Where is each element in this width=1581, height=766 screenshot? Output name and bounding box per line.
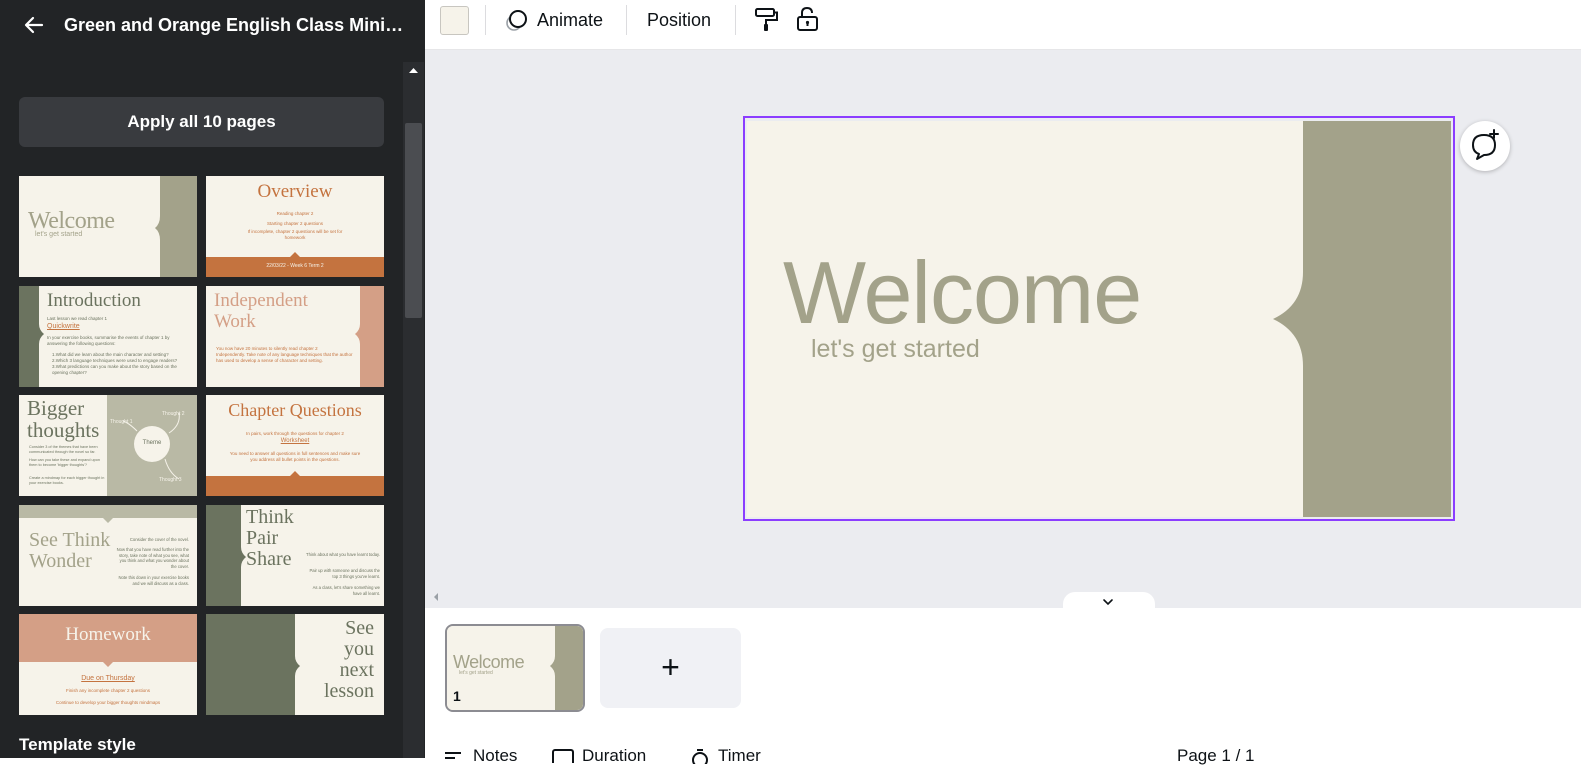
thumb-line: Create a mindmap for each bigger thought… <box>29 476 105 485</box>
page-number: 1 <box>453 688 461 704</box>
toolbar-divider <box>485 5 486 35</box>
thumb-link: Due on Thursday <box>81 675 135 682</box>
template-page-thumb-bigger-thoughts[interactable]: Bigger thoughts Theme Thought 1 Thought … <box>19 395 197 496</box>
thumb-line: As a class, let's share something we hav… <box>312 585 380 596</box>
thumb-title: Overview <box>257 181 333 202</box>
thumb-line: If incomplete, chapter 2 questions will … <box>247 229 343 240</box>
thumb-link: Worksheet <box>280 438 310 444</box>
paint-roller-icon[interactable] <box>753 5 781 33</box>
thumb-line: Consider the cover of the novel. <box>129 537 189 542</box>
thumb-line: 1.What did we learn about the main chara… <box>52 352 169 357</box>
thumb-link: Quickwrite <box>47 323 80 330</box>
template-page-thumb-homework[interactable]: Homework Due on Thursday Finish any inco… <box>19 614 197 715</box>
thumb-subtitle: In pairs, work through the questions for… <box>246 431 344 436</box>
thumb-line: Starting chapter 2 questions <box>266 221 324 226</box>
template-style-heading: Template style <box>19 735 136 754</box>
thumb-line: Pair up with someone and discuss the top… <box>309 568 380 579</box>
thumb-label: Thought 1 <box>110 419 133 425</box>
thumb-line: 2.Which 3 language techniques were used … <box>52 358 178 363</box>
thumb-label: Thought 3 <box>159 477 182 483</box>
background-color-swatch[interactable] <box>440 6 469 35</box>
lock-icon[interactable] <box>794 5 822 33</box>
duration-icon <box>552 749 574 763</box>
thumb-bubble: Theme <box>142 440 162 446</box>
toolbar-divider <box>735 5 736 35</box>
thumb-line: 3.What predictions can you make about th… <box>52 364 177 375</box>
thumb-footer: 22/03/22 - Week 6 Term 2 <box>266 263 324 269</box>
add-page-plus: + <box>661 649 680 685</box>
thumb-title: Introduction <box>47 290 141 311</box>
notes-label: Notes <box>473 746 518 765</box>
apply-all-pages-button[interactable]: Apply all 10 pages <box>19 97 384 147</box>
thumb-subtitle: Last lesson we read chapter 1 <box>47 316 108 321</box>
thumb-subtitle: let's get started <box>35 231 83 238</box>
editor-footer: Notes Duration Timer Page 1 / 1 <box>425 738 1581 765</box>
page-thumbnail-1[interactable]: Welcome let's get started 1 <box>445 624 585 712</box>
thumb-title: Bigger thoughts <box>27 396 100 442</box>
thumb-line: You need to answer all questions in full… <box>229 451 361 462</box>
duration-button[interactable]: Duration <box>552 746 646 766</box>
sidebar-header: Green and Orange English Class Minim... <box>0 0 425 54</box>
template-page-thumb-think-pair-share[interactable]: Think Pair Share Think about what you ha… <box>206 505 384 606</box>
thumb-line: Reading chapter 2 <box>276 211 314 216</box>
template-page-thumb-overview[interactable]: Overview Reading chapter 2 Starting chap… <box>206 176 384 277</box>
duration-label: Duration <box>582 746 647 765</box>
thumb-title: See you next lesson <box>324 617 374 702</box>
thumb-title: See Think Wonder <box>29 529 111 572</box>
thumb-title: Chapter Questions <box>228 400 362 420</box>
thumb-line: You now have 20 minutes to silently read… <box>216 346 318 351</box>
notes-icon <box>445 752 461 759</box>
thumb-line: Finish any incomplete chapter 2 question… <box>65 688 151 693</box>
thumb-title: Homework <box>65 624 151 645</box>
thumb-title: Independent Work <box>214 290 308 332</box>
scroll-up-arrow-icon[interactable] <box>405 64 422 78</box>
scroll-left-arrow-icon[interactable] <box>431 591 441 603</box>
template-title: Green and Orange English Class Minim... <box>64 15 406 35</box>
thumb-label: Thought 2 <box>162 411 185 417</box>
notes-button[interactable]: Notes <box>443 746 517 766</box>
page-strip <box>425 608 1581 758</box>
template-page-thumb-independent-work[interactable]: Independent Work You now have 20 minutes… <box>206 286 384 387</box>
animate-label: Animate <box>537 9 604 30</box>
timer-icon <box>692 749 708 764</box>
timer-button[interactable]: Timer <box>690 746 761 766</box>
thumb-line: Continue to develop your bigger thoughts… <box>55 700 161 705</box>
thumb-line: Consider 3 of the themes that have been … <box>29 445 98 454</box>
animate-icon <box>506 10 527 31</box>
add-comment-button[interactable] <box>1460 121 1510 171</box>
template-page-thumb-welcome[interactable]: Welcome let's get started <box>19 176 197 277</box>
template-page-thumb-see-you-next-lesson[interactable]: See you next lesson <box>206 614 384 715</box>
position-button[interactable]: Position <box>647 4 711 36</box>
back-arrow-icon[interactable] <box>22 13 46 37</box>
comment-plus-icon <box>1472 129 1499 160</box>
animate-button[interactable]: Animate <box>503 4 603 36</box>
add-page-button[interactable]: + <box>600 628 741 708</box>
template-page-thumb-chapter-questions[interactable]: Chapter Questions In pairs, work through… <box>206 395 384 496</box>
toolbar-divider <box>626 5 627 35</box>
template-page-thumb-see-think-wonder[interactable]: See Think Wonder Consider the cover of t… <box>19 505 197 606</box>
thumb-line: In your exercise books, summarise the ev… <box>47 335 170 346</box>
page-thumb-subtitle: let's get started <box>459 670 493 676</box>
page-indicator[interactable]: Page 1 / 1 <box>1177 746 1255 766</box>
thumb-line: Note this down in your exercise books an… <box>118 575 189 586</box>
thumb-line: Think about what you have learnt today. <box>306 552 380 557</box>
horizontal-scrollbar[interactable] <box>425 588 1581 608</box>
sidebar-scrollbar-thumb[interactable] <box>405 123 422 318</box>
editor-toolbar: Animate Position <box>425 0 1581 50</box>
thumb-line: How can you take these and expand upon t… <box>29 458 100 467</box>
template-sidebar: Green and Orange English Class Minim... … <box>0 0 425 758</box>
timer-label: Timer <box>718 746 761 765</box>
selection-outline <box>743 116 1455 521</box>
thumb-title: Think Pair Share <box>246 506 294 570</box>
template-page-thumb-introduction[interactable]: Introduction Last lesson we read chapter… <box>19 286 197 387</box>
thumb-line: Independently. Take note of any language… <box>216 352 353 363</box>
thumb-line: Now that you have read further into the … <box>116 547 189 569</box>
